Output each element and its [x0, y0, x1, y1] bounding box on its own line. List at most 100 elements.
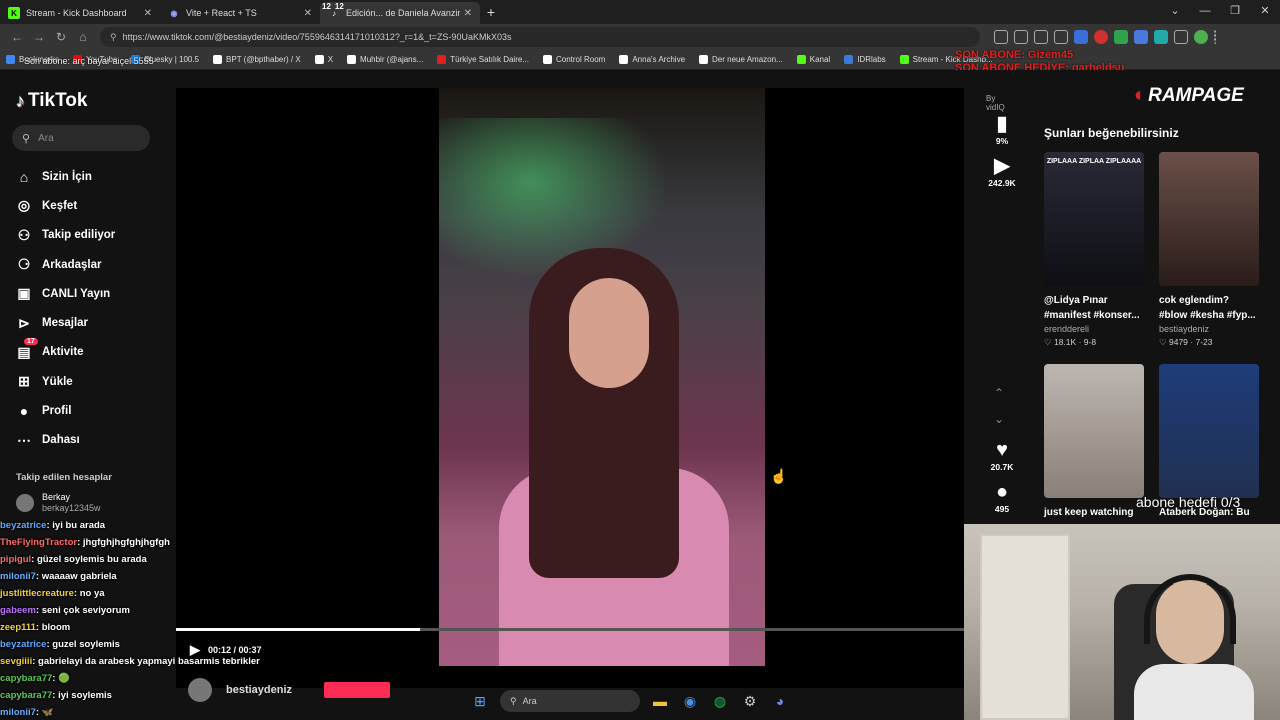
bookmark-label: Control Room: [555, 55, 606, 64]
sticker-count: 12: [322, 2, 331, 11]
translate-icon[interactable]: [1014, 30, 1028, 44]
tab-tiktok[interactable]: ♪ Edición... de Daniela Avanzini: K ✕: [320, 2, 480, 24]
kick-icon: K: [8, 7, 20, 19]
bookmark-item[interactable]: Türkiye Satılık Daire...: [437, 55, 529, 64]
site-info-icon[interactable]: ⚲: [110, 32, 117, 43]
search-icon: ⚲: [22, 132, 31, 145]
tab-search-icon[interactable]: ⌄: [1160, 0, 1190, 22]
bookmark-icon: [542, 55, 552, 64]
vidiq-stat[interactable]: ▮ 9%: [980, 112, 1024, 146]
extension-puzzle-icon[interactable]: [1134, 30, 1148, 44]
comment-button[interactable]: ● 495: [980, 480, 1024, 514]
video-username[interactable]: bestiaydeniz: [1159, 324, 1259, 334]
discord-icon[interactable]: ◕: [770, 691, 790, 711]
video-thumbnail[interactable]: [1044, 364, 1144, 498]
like-button[interactable]: ♥ 20.7K: [980, 438, 1024, 472]
bookmark-label: BPT (@bpthaber) / X: [226, 55, 301, 64]
share-icon[interactable]: [1034, 30, 1048, 44]
search-input[interactable]: ⚲ Ara: [12, 125, 150, 151]
nav-item[interactable]: ⚇ Takip ediliyor: [14, 221, 116, 250]
tab-kick-dashboard[interactable]: K Stream - Kick Dashboard ✕: [0, 2, 160, 24]
reload-icon[interactable]: ↻: [50, 30, 72, 44]
bookmark-icon: [6, 55, 15, 64]
video-thumbnail[interactable]: ZIPLAAA ZIPLAA ZIPLAAAA: [1044, 152, 1144, 286]
chrome-icon[interactable]: ◉: [680, 691, 700, 711]
tiktok-logo[interactable]: ♪ TikTok: [16, 90, 87, 112]
video-username[interactable]: erenddereli: [1044, 324, 1144, 334]
bar-chart-icon: ▮: [996, 113, 1008, 135]
chat-message: sevgiiii: gabrielayi da arabesk yapmayi …: [0, 653, 300, 670]
chevron-down-icon[interactable]: ⌄: [994, 412, 1004, 426]
extension-green-icon[interactable]: [1114, 30, 1128, 44]
forward-icon[interactable]: →: [28, 30, 50, 44]
back-icon[interactable]: ←: [6, 30, 28, 44]
bookmark-item[interactable]: Control Room: [542, 55, 606, 64]
followed-account[interactable]: Berkay berkay12345w: [16, 492, 101, 514]
video-thumbnail[interactable]: [1159, 364, 1259, 498]
suggested-video-card[interactable]: cok eglendim? #blow #kesha #fyp... bestia…: [1159, 152, 1259, 348]
webcam-door: [980, 534, 1070, 720]
profile-icon: ●: [19, 403, 29, 420]
sidebar-icon[interactable]: [1174, 30, 1188, 44]
close-window-icon[interactable]: ✕: [1250, 0, 1280, 22]
chat-username: beyzatrice: [0, 639, 47, 650]
tab-close-icon[interactable]: ✕: [464, 8, 472, 19]
nav-label: Dahası: [42, 434, 80, 447]
tab-close-icon[interactable]: ✕: [304, 8, 312, 19]
bookmark-icon: [899, 55, 909, 64]
follow-button[interactable]: [324, 682, 391, 698]
bookmark-item[interactable]: Anna's Archive: [619, 55, 685, 64]
nav-label: Keşfet: [42, 199, 78, 212]
video-thumbnail[interactable]: [1159, 152, 1259, 286]
new-tab-button[interactable]: +: [480, 4, 502, 20]
bookmark-star-icon[interactable]: [1054, 30, 1068, 44]
address-bar[interactable]: ⚲ https://www.tiktok.com/@bestiaydeniz/v…: [100, 27, 980, 47]
chat-message: milonii7: 🦋: [0, 704, 300, 720]
nav-item[interactable]: ⚆ Arkadaşlar: [14, 250, 115, 279]
engagement-actions: ♥ 20.7K ● 495: [980, 438, 1024, 522]
menu-icon[interactable]: [1214, 30, 1218, 44]
nav-item[interactable]: ⊞ Yükle: [14, 367, 115, 396]
spotify-icon[interactable]: ◍: [710, 691, 730, 711]
windows-start-icon[interactable]: ⊞: [470, 691, 490, 711]
nav-item[interactable]: ▤ 17 Aktivite: [14, 337, 115, 367]
maximize-icon[interactable]: ❐: [1220, 0, 1250, 22]
chat-text: : waaaaw gabriela: [35, 571, 117, 582]
nav-item[interactable]: ⊳ Mesajlar: [14, 308, 115, 337]
minimize-icon[interactable]: —: [1190, 0, 1220, 22]
extension-teal-icon[interactable]: [1154, 30, 1168, 44]
nav-item[interactable]: ● Profil: [14, 396, 115, 425]
bookmark-label: Kanal: [809, 55, 831, 64]
chevron-up-icon[interactable]: ⌃: [994, 386, 1004, 400]
home-icon[interactable]: ⌂: [72, 30, 94, 44]
bookmark-item[interactable]: Der neue Amazon...: [699, 55, 783, 64]
tab-close-icon[interactable]: ✕: [144, 8, 152, 19]
extension-icons: [994, 30, 1218, 44]
bookmark-item[interactable]: IDRlabs: [844, 55, 886, 64]
nav-item[interactable]: ◎ Keşfet: [14, 191, 115, 220]
video-caption[interactable]: just keep watching: [1044, 505, 1144, 520]
nav-item[interactable]: ⌂ Sizin İçin: [14, 162, 115, 191]
video-caption[interactable]: @Lidya Pınar #manifest #konser...: [1044, 293, 1144, 323]
home-icon: ⌂: [19, 168, 29, 185]
heart-icon: ♡: [1159, 337, 1169, 347]
steam-icon[interactable]: ⚙: [740, 691, 760, 711]
install-app-icon[interactable]: [994, 30, 1008, 44]
taskbar-search[interactable]: ⚲ Ara: [500, 690, 640, 712]
chat-message: zeep111: bloom: [0, 619, 300, 636]
file-explorer-icon[interactable]: ▬: [650, 691, 670, 711]
suggested-video-card[interactable]: ZIPLAAA ZIPLAA ZIPLAAAA @Lidya Pınar #man…: [1044, 152, 1144, 348]
extension-blue-icon[interactable]: [1074, 30, 1088, 44]
last-sub-line: SON ABONE: Gizem45: [955, 49, 1074, 61]
nav-item[interactable]: ▣ CANLI Yayın: [14, 279, 115, 308]
tab-vite-react[interactable]: ◉ Vite + React + TS ✕: [160, 2, 320, 24]
bookmark-item[interactable]: Muhbir (@ajans...: [347, 55, 423, 64]
bookmark-item[interactable]: Kanal: [796, 55, 831, 64]
bookmark-item[interactable]: BPT (@bpthaber) / X: [213, 55, 301, 64]
nav-item[interactable]: ⋯ Dahası: [14, 426, 115, 455]
extension-red-icon[interactable]: [1094, 30, 1108, 44]
bookmark-item[interactable]: X: [314, 55, 333, 64]
profile-avatar[interactable]: [1194, 30, 1208, 44]
suggested-video-card[interactable]: just keep watching: [1044, 364, 1144, 520]
video-caption[interactable]: cok eglendim? #blow #kesha #fyp...: [1159, 293, 1259, 323]
